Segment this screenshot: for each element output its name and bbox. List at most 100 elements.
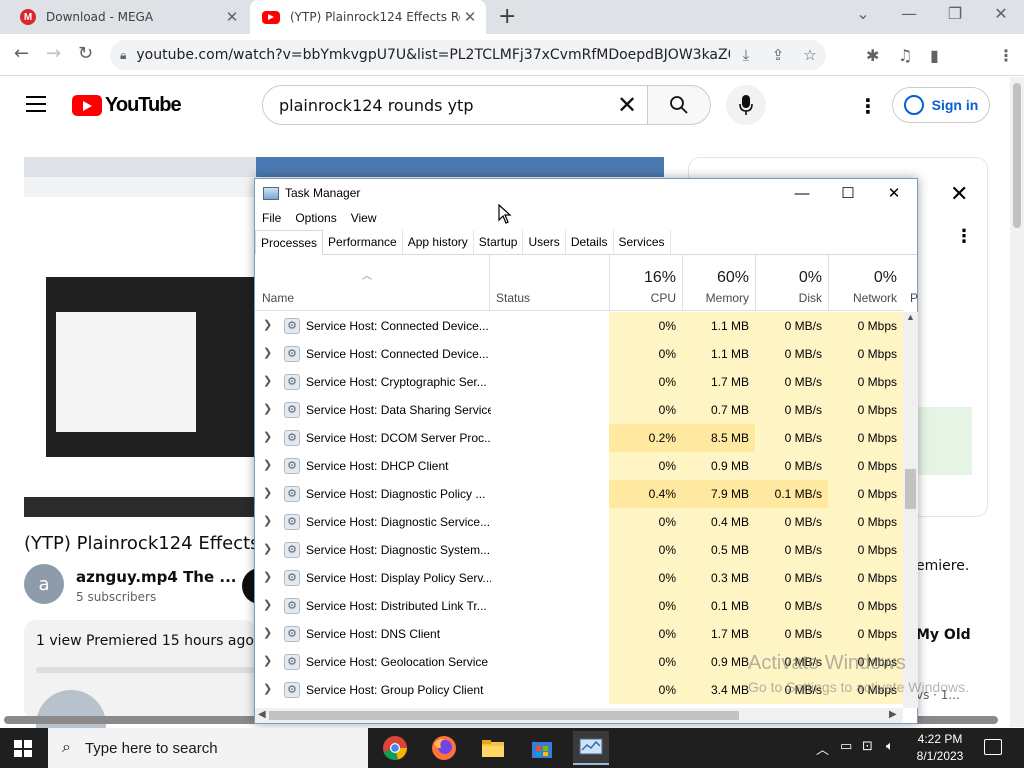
- system-clock[interactable]: 4:22 PM 8/1/2023: [912, 731, 968, 765]
- expand-chevron-icon[interactable]: ❯: [263, 654, 272, 667]
- forward-button[interactable]: →: [46, 43, 61, 64]
- channel-avatar[interactable]: a: [24, 564, 64, 604]
- tab-youtube[interactable]: (YTP) Plainrock124 Effects Round ✕: [250, 0, 486, 34]
- tab-startup[interactable]: Startup: [474, 230, 524, 254]
- minimize-button[interactable]: —: [779, 185, 825, 202]
- expand-chevron-icon[interactable]: ❯: [263, 430, 272, 443]
- expand-chevron-icon[interactable]: ❯: [263, 570, 272, 583]
- process-row[interactable]: ❯ ⚙ Service Host: DHCP Client 0% 0.9 MB 0 MB/…: [255, 452, 903, 480]
- close-icon[interactable]: ✕: [460, 8, 480, 26]
- expand-chevron-icon[interactable]: ❯: [263, 542, 272, 555]
- microsoft-store-icon[interactable]: [528, 734, 556, 762]
- tablet-icon[interactable]: ▭: [840, 739, 852, 754]
- horizontal-scrollbar[interactable]: ◀ ▶: [255, 708, 903, 723]
- menu-view[interactable]: View: [344, 211, 384, 225]
- expand-chevron-icon[interactable]: ❯: [263, 682, 272, 695]
- column-memory[interactable]: 60% Memory: [682, 255, 755, 311]
- scroll-up-icon[interactable]: ▲: [906, 312, 915, 322]
- column-power[interactable]: P: [910, 291, 920, 305]
- side-panel-icon[interactable]: ▮: [930, 46, 939, 65]
- expand-chevron-icon[interactable]: ❯: [263, 486, 272, 499]
- process-row[interactable]: ❯ ⚙ Service Host: Display Policy Serv... 0%…: [255, 564, 903, 592]
- back-button[interactable]: ←: [14, 43, 29, 64]
- process-row[interactable]: ❯ ⚙ Service Host: Connected Device... 0% 1.1…: [255, 312, 903, 340]
- install-icon[interactable]: ⤓: [730, 46, 762, 64]
- hamburger-menu-icon[interactable]: [26, 96, 46, 117]
- video-description[interactable]: 1 view Premiered 15 hours ago: [24, 620, 256, 760]
- process-row[interactable]: ❯ ⚙ Service Host: Diagnostic System... 0% 0.…: [255, 536, 903, 564]
- tab-performance[interactable]: Performance: [323, 230, 403, 254]
- menu-file[interactable]: File: [255, 211, 288, 225]
- side-thumbnail[interactable]: [918, 407, 972, 475]
- task-manager-titlebar[interactable]: Task Manager — ☐ ✕: [255, 179, 917, 207]
- column-network[interactable]: 0% Network: [828, 255, 903, 311]
- new-tab-button[interactable]: +: [498, 4, 516, 29]
- column-cpu[interactable]: 16% CPU: [609, 255, 682, 311]
- expand-chevron-icon[interactable]: ❯: [263, 374, 272, 387]
- volume-icon[interactable]: 🔈︎: [886, 739, 894, 754]
- expand-chevron-icon[interactable]: ❯: [263, 598, 272, 611]
- voice-search-button[interactable]: [726, 85, 766, 125]
- network-icon[interactable]: ⊡: [862, 739, 873, 754]
- chrome-icon[interactable]: [381, 734, 409, 762]
- search-button[interactable]: [647, 85, 711, 125]
- side-video-title[interactable]: My Old: [916, 627, 971, 643]
- search-input[interactable]: plainrock124 rounds ytp ✕: [262, 85, 648, 125]
- close-icon[interactable]: ✕: [222, 8, 242, 26]
- expand-chevron-icon[interactable]: ❯: [263, 318, 272, 331]
- process-row[interactable]: ❯ ⚙ Service Host: Diagnostic Policy ... 0.4…: [255, 480, 903, 508]
- column-name[interactable]: Name: [262, 291, 294, 305]
- scroll-left-icon[interactable]: ◀: [258, 709, 266, 720]
- show-hidden-icons[interactable]: ︿: [816, 739, 829, 758]
- process-row[interactable]: ❯ ⚙ Service Host: Cryptographic Ser... 0% 1.…: [255, 368, 903, 396]
- maximize-button[interactable]: ☐: [825, 184, 871, 202]
- expand-chevron-icon[interactable]: ❯: [263, 458, 272, 471]
- browser-menu-icon[interactable]: ⋮: [998, 46, 1014, 65]
- tab-search-icon[interactable]: ⌄: [840, 4, 886, 23]
- process-row[interactable]: ❯ ⚙ Service Host: Diagnostic Service... 0% 0…: [255, 508, 903, 536]
- expand-chevron-icon[interactable]: ❯: [263, 514, 272, 527]
- process-row[interactable]: ❯ ⚙ Service Host: DCOM Server Proc... 0.2% 8…: [255, 424, 903, 452]
- process-row[interactable]: ❯ ⚙ Service Host: Connected Device... 0% 1.1…: [255, 340, 903, 368]
- video-player[interactable]: [24, 157, 256, 517]
- close-window-button[interactable]: ✕: [978, 4, 1024, 23]
- address-bar[interactable]: 🔒︎ youtube.com/watch?v=bbYmkvgpU7U&list=…: [110, 40, 826, 70]
- taskbar-search-input[interactable]: ⌕ Type here to search: [48, 728, 368, 768]
- tab-app-history[interactable]: App history: [403, 230, 474, 254]
- sign-in-button[interactable]: Sign in: [892, 87, 990, 123]
- column-disk[interactable]: 0% Disk: [755, 255, 828, 311]
- panel-kebab-icon[interactable]: ⋮: [955, 226, 973, 247]
- share-icon[interactable]: ⇪: [762, 46, 794, 64]
- menu-options[interactable]: Options: [288, 211, 343, 225]
- process-row[interactable]: ❯ ⚙ Service Host: Distributed Link Tr... 0%…: [255, 592, 903, 620]
- task-manager-taskbar-icon[interactable]: [573, 731, 609, 765]
- clear-search-icon[interactable]: ✕: [607, 91, 647, 119]
- settings-kebab-icon[interactable]: ⋮: [858, 94, 878, 118]
- windows-start-icon[interactable]: [14, 740, 32, 757]
- expand-chevron-icon[interactable]: ❯: [263, 346, 272, 359]
- process-list-scrollbar[interactable]: ▲: [903, 312, 918, 708]
- tab-services[interactable]: Services: [614, 230, 671, 254]
- process-row[interactable]: ❯ ⚙ Service Host: DNS Client 0% 1.7 MB 0 MB/s…: [255, 620, 903, 648]
- minimize-button[interactable]: —: [886, 4, 932, 23]
- bookmark-star-icon[interactable]: ☆: [794, 46, 826, 64]
- column-status[interactable]: Status: [496, 291, 530, 305]
- extensions-puzzle-icon[interactable]: ✱: [866, 46, 879, 65]
- close-panel-icon[interactable]: ✕: [950, 182, 968, 207]
- channel-name[interactable]: aznguy.mp4 The ...: [76, 568, 252, 586]
- tab-users[interactable]: Users: [523, 230, 566, 254]
- restore-button[interactable]: ❐: [932, 4, 978, 23]
- close-button[interactable]: ✕: [871, 184, 917, 202]
- expand-chevron-icon[interactable]: ❯: [263, 402, 272, 415]
- notification-center-icon[interactable]: [984, 739, 1002, 755]
- process-row[interactable]: ❯ ⚙ Service Host: Data Sharing Service 0% 0.…: [255, 396, 903, 424]
- file-explorer-icon[interactable]: [479, 734, 507, 762]
- scroll-right-icon[interactable]: ▶: [889, 709, 897, 720]
- page-scrollbar[interactable]: [1010, 77, 1024, 727]
- firefox-icon[interactable]: [430, 734, 458, 762]
- tab-processes[interactable]: Processes: [255, 230, 324, 255]
- media-control-icon[interactable]: ♫: [898, 46, 912, 65]
- reload-button[interactable]: ↻: [78, 43, 93, 64]
- tab-details[interactable]: Details: [566, 230, 614, 254]
- expand-chevron-icon[interactable]: ❯: [263, 626, 272, 639]
